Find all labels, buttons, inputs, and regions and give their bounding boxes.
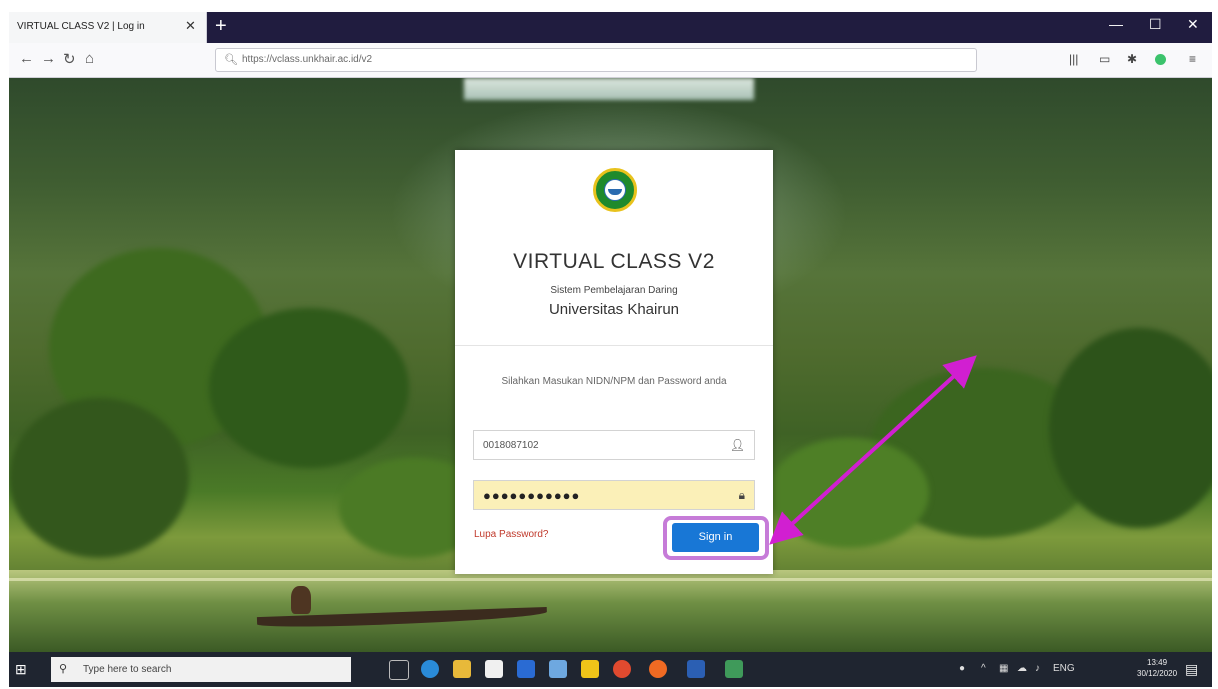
search-icon: ⚲	[59, 663, 68, 675]
login-card: VIRTUAL CLASS V2 Sistem Pembelajaran Dar…	[455, 150, 773, 574]
url-text: https://vclass.unkhair.ac.id/v2	[242, 54, 373, 65]
app-icon[interactable]	[581, 660, 599, 678]
network-icon[interactable]: ▦	[999, 663, 1008, 674]
screenshot-frame: VIRTUAL CLASS V2 | Log in ✕ + — ☐ ✕ ← → …	[9, 12, 1212, 687]
boatman	[291, 586, 311, 614]
file-explorer-icon[interactable]	[453, 660, 471, 678]
browser-toolbar: ← → ↻ ⌂ 🔍︎ https://vclass.unkhair.ac.id/…	[9, 43, 1212, 78]
home-icon[interactable]: ⌂	[85, 50, 94, 67]
address-bar[interactable]: 🔍︎ https://vclass.unkhair.ac.id/v2	[215, 48, 977, 72]
river	[9, 570, 1212, 652]
tab-title: VIRTUAL CLASS V2 | Log in	[17, 21, 145, 32]
extension-icon[interactable]: ✱	[1127, 52, 1137, 66]
minimize-button[interactable]: —	[1109, 16, 1123, 32]
taskbar: ⊞ ⚲ Type here to search ● ^ ▦ ☁ ♪ ENG 13…	[9, 652, 1212, 687]
tree	[769, 438, 929, 548]
card-subtitle: Sistem Pembelajaran Daring	[550, 285, 678, 296]
forgot-password-link[interactable]: Lupa Password?	[474, 529, 549, 540]
password-value: ●●●●●●●●●●●	[483, 488, 581, 503]
divider	[455, 345, 773, 346]
search-placeholder: Type here to search	[83, 664, 172, 675]
chrome-icon[interactable]	[613, 660, 631, 678]
tree	[9, 398, 189, 558]
reload-icon[interactable]: ↻	[63, 50, 76, 68]
notification-icon[interactable]: ▤	[1185, 661, 1198, 678]
camera-icon[interactable]	[725, 660, 743, 678]
taskbar-search[interactable]: ⚲ Type here to search	[51, 657, 351, 682]
dropbox-icon[interactable]	[549, 660, 567, 678]
account-icon[interactable]	[1155, 54, 1166, 65]
menu-icon[interactable]: ≡	[1189, 52, 1196, 66]
cloud-icon[interactable]: ☁	[1017, 663, 1027, 674]
university-name: Universitas Khairun	[548, 301, 680, 318]
login-prompt: Silahkan Masukan NIDN/NPM dan Password a…	[501, 376, 727, 387]
maximize-button[interactable]: ☐	[1149, 16, 1162, 33]
browser-tab-strip: VIRTUAL CLASS V2 | Log in ✕ + — ☐ ✕	[9, 12, 1212, 43]
library-icon[interactable]: |||	[1069, 52, 1078, 66]
store-icon[interactable]	[485, 660, 503, 678]
tray-icon[interactable]: ●	[959, 663, 965, 674]
signin-button[interactable]: Sign in	[672, 523, 759, 552]
chevron-up-icon[interactable]: ^	[981, 663, 986, 674]
taskbar-clock[interactable]: 13:49 30/12/2020	[1137, 657, 1177, 679]
volume-icon[interactable]: ♪	[1035, 663, 1040, 674]
logo-emblem	[604, 179, 626, 201]
university-logo	[593, 168, 637, 212]
password-field[interactable]: ●●●●●●●●●●● 🔒︎	[473, 480, 755, 510]
sidebar-icon[interactable]: ▭	[1099, 52, 1110, 66]
clock-date: 30/12/2020	[1137, 669, 1178, 678]
browser-tab[interactable]: VIRTUAL CLASS V2 | Log in ✕	[9, 12, 207, 43]
sky	[464, 78, 754, 100]
username-field[interactable]: 0018087102 👤︎	[473, 430, 755, 460]
mail-icon[interactable]	[517, 660, 535, 678]
back-icon[interactable]: ←	[19, 50, 34, 67]
windows-start-icon[interactable]: ⊞	[15, 661, 27, 678]
task-view-icon[interactable]	[389, 660, 409, 680]
river-reflection	[9, 578, 1212, 581]
card-title: VIRTUAL CLASS V2	[513, 250, 715, 273]
search-icon: 🔍︎	[224, 54, 238, 66]
language-icon[interactable]: ENG	[1053, 663, 1075, 674]
tab-close-icon[interactable]: ✕	[185, 18, 196, 34]
new-tab-button[interactable]: +	[215, 15, 227, 37]
tree	[209, 308, 409, 468]
user-icon: 👤︎	[729, 438, 745, 452]
lock-icon: 🔒︎	[738, 488, 745, 502]
clock-time: 13:49	[1147, 658, 1168, 667]
page-background: VIRTUAL CLASS V2 Sistem Pembelajaran Dar…	[9, 78, 1212, 652]
close-window-button[interactable]: ✕	[1187, 16, 1199, 33]
firefox-icon[interactable]	[649, 660, 667, 678]
forward-icon[interactable]: →	[41, 50, 56, 67]
username-value: 0018087102	[483, 440, 539, 451]
edge-icon[interactable]	[421, 660, 439, 678]
word-icon[interactable]	[687, 660, 705, 678]
